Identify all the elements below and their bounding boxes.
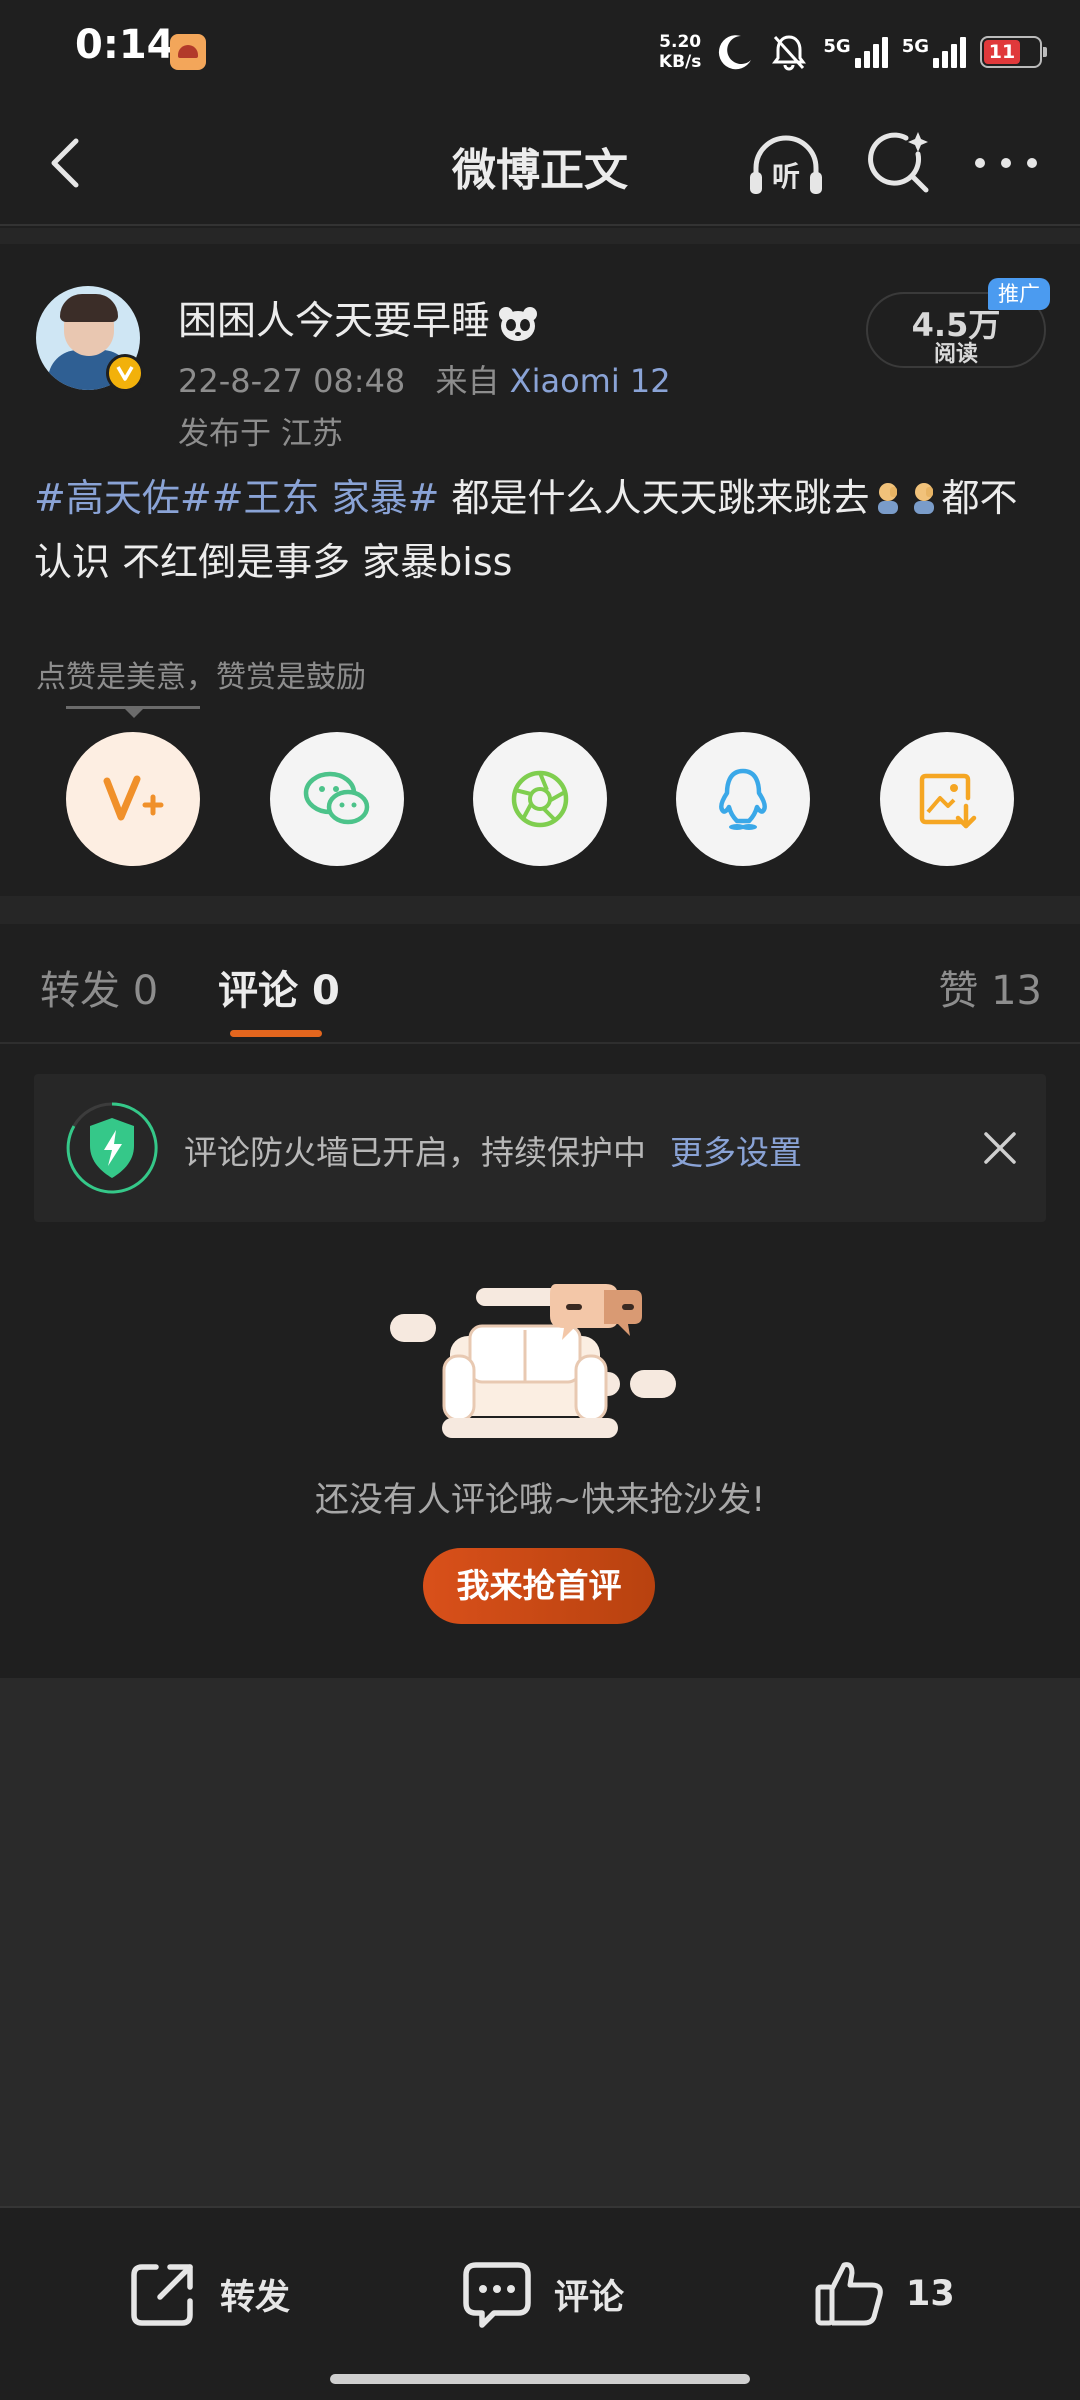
share-qq-button[interactable] xyxy=(676,732,810,866)
post-timestamp: 22-8-27 08:48 xyxy=(178,362,406,400)
reward-pointer xyxy=(122,706,146,718)
comment-button[interactable]: 评论 xyxy=(460,2254,624,2334)
save-image-button[interactable] xyxy=(880,732,1014,866)
first-comment-button[interactable]: 我来抢首评 xyxy=(423,1548,655,1624)
comment-bubble-icon xyxy=(463,2262,531,2328)
empty-comments-message: 还没有人评论哦~快来抢沙发! xyxy=(314,1480,766,1520)
repost-label: 转发 xyxy=(220,2277,291,2318)
home-indicator[interactable] xyxy=(330,2374,750,2384)
firewall-message: 评论防火墙已开启，持续保护中 更多设置 xyxy=(184,1126,802,1174)
headphones-listen-icon[interactable]: 听 xyxy=(748,132,824,198)
share-arrow-icon xyxy=(131,2264,193,2326)
tab-reposts-count: 0 xyxy=(132,968,159,1014)
reward-caption: 点赞是美意，赞赏是鼓励 xyxy=(36,660,366,695)
sim1-network-label: 5G xyxy=(823,36,851,57)
search-icon[interactable] xyxy=(866,130,932,196)
sim2-network-label: 5G xyxy=(901,36,929,57)
bottom-action-bar: 转发 评论 13 xyxy=(0,2206,1080,2400)
tab-reposts[interactable]: 转发 0 xyxy=(40,958,158,1016)
more-options-icon[interactable] xyxy=(972,148,1040,178)
app-notification-icon xyxy=(170,34,206,70)
section-divider xyxy=(0,896,1080,924)
tab-comments[interactable]: 评论 0 xyxy=(218,958,340,1016)
network-speed-value: 5.20 xyxy=(659,32,702,52)
image-download-icon xyxy=(919,773,977,829)
panda-emoji-icon xyxy=(499,306,538,341)
status-bar: 0:14 5.20 KB/s 5G 5G 11 xyxy=(0,0,1080,100)
shield-lightning-icon xyxy=(66,1102,158,1194)
tab-reposts-label: 转发 xyxy=(40,968,120,1014)
signal-bars-icon xyxy=(933,36,966,68)
moon-icon xyxy=(719,35,752,70)
avatar-hair xyxy=(60,294,118,322)
promo-tag: 推广 xyxy=(988,278,1050,310)
post-text: 都是什么人天天跳来跳去 xyxy=(439,476,870,520)
verified-badge-icon xyxy=(106,354,144,392)
wechat-icon xyxy=(303,771,370,825)
tab-likes-label: 赞 xyxy=(938,968,979,1014)
more-settings-link[interactable]: 更多设置 xyxy=(670,1133,802,1172)
svg-text:听: 听 xyxy=(772,160,800,193)
like-button[interactable]: 13 xyxy=(812,2254,955,2334)
empty-sofa-illustration xyxy=(390,1284,676,1438)
hashtag-link[interactable]: #高天佐# xyxy=(34,476,212,520)
tab-likes-count: 13 xyxy=(991,968,1042,1014)
source-prefix: 来自 xyxy=(435,362,500,400)
status-indicators: 5.20 KB/s 5G 5G 11 xyxy=(659,22,1047,82)
thumbs-up-icon xyxy=(815,2262,883,2326)
vplus-icon xyxy=(103,775,164,821)
post-content: #高天佐##王东 家暴# 都是什么人天天跳来跳去 都不认识 不红倒是事多 家暴b… xyxy=(34,466,1048,594)
reads-label: 阅读 xyxy=(933,342,978,367)
status-time: 0:14 xyxy=(75,22,175,68)
facepalm-emoji-icon xyxy=(913,483,934,514)
hashtag-link[interactable]: #王东 家暴# xyxy=(212,476,440,520)
close-icon[interactable] xyxy=(982,1130,1018,1166)
post-card: 困困人今天要早睡 22-8-27 08:48 来自 Xiaomi 12 发布于 … xyxy=(0,244,1080,896)
source-device[interactable]: Xiaomi 12 xyxy=(510,362,671,400)
post-meta: 22-8-27 08:48 来自 Xiaomi 12 xyxy=(178,356,671,402)
tab-comments-count: 0 xyxy=(311,968,340,1014)
post-location: 发布于 江苏 xyxy=(178,416,343,452)
signal-sim2: 5G xyxy=(902,36,966,68)
share-moments-button[interactable] xyxy=(473,732,607,866)
interaction-tabs: 转发 0 评论 0 赞 13 xyxy=(0,924,1080,1044)
share-row xyxy=(0,732,1080,868)
vplus-reward-button[interactable] xyxy=(66,732,200,866)
qq-penguin-icon xyxy=(719,768,767,830)
bell-mute-icon xyxy=(772,35,807,71)
active-tab-indicator xyxy=(230,1030,322,1037)
repost-button[interactable]: 转发 xyxy=(126,2254,290,2334)
signal-sim1: 5G xyxy=(823,36,888,68)
network-speed-unit: KB/s xyxy=(658,52,702,72)
battery-icon: 11 xyxy=(980,36,1047,68)
network-speed: 5.20 KB/s xyxy=(659,32,701,72)
username-text: 困困人今天要早睡 xyxy=(178,299,491,344)
firewall-text: 评论防火墙已开启，持续保护中 xyxy=(184,1133,646,1172)
moments-aperture-icon xyxy=(511,770,569,828)
comment-label: 评论 xyxy=(554,2277,625,2318)
section-divider xyxy=(0,228,1080,244)
signal-bars-icon xyxy=(854,36,888,68)
username[interactable]: 困困人今天要早睡 xyxy=(178,290,538,346)
title-bar: 微博正文 听 xyxy=(0,100,1080,226)
like-count: 13 xyxy=(906,2274,955,2314)
comment-firewall-banner: 评论防火墙已开启，持续保护中 更多设置 xyxy=(34,1074,1046,1222)
tab-likes[interactable]: 赞 13 xyxy=(938,958,1042,1016)
battery-level: 11 xyxy=(984,40,1020,64)
empty-content-area xyxy=(0,1678,1080,2208)
tab-comments-label: 评论 xyxy=(218,968,298,1014)
share-wechat-button[interactable] xyxy=(270,732,404,866)
facepalm-emoji-icon xyxy=(877,483,898,514)
